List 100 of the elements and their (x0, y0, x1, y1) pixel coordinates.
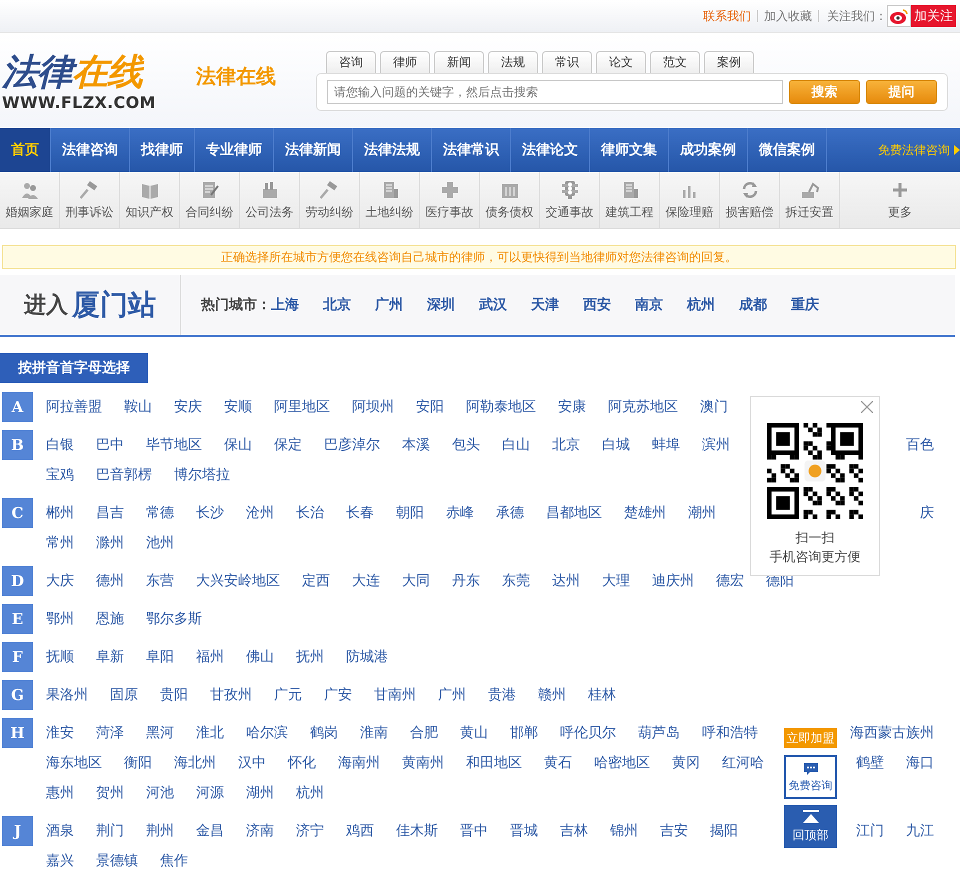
category-link[interactable]: 债务债权 (480, 172, 540, 228)
hot-city-link[interactable]: 广州 (375, 296, 403, 314)
city-link[interactable]: 揭阳 (710, 822, 738, 840)
city-link[interactable]: 大同 (402, 572, 430, 590)
city-link[interactable]: 吉林 (560, 822, 588, 840)
search-tab[interactable]: 常识 (542, 51, 592, 73)
category-link[interactable]: 婚姻家庭 (0, 172, 60, 228)
city-link[interactable]: 抚州 (296, 648, 324, 666)
hot-city-link[interactable]: 杭州 (687, 296, 715, 314)
city-link[interactable]: 丹东 (452, 572, 480, 590)
city-link[interactable]: 怀化 (288, 754, 316, 772)
city-link[interactable]: 长春 (346, 504, 374, 522)
city-link[interactable]: 长沙 (196, 504, 224, 522)
city-link[interactable]: 海东地区 (46, 754, 102, 772)
city-link[interactable]: 黄南州 (402, 754, 444, 772)
city-link[interactable]: 鹤岗 (310, 724, 338, 742)
city-link[interactable]: 晋中 (460, 822, 488, 840)
eye-icon[interactable] (887, 5, 911, 27)
city-link[interactable]: 迪庆州 (652, 572, 694, 590)
category-link[interactable]: 知识产权 (120, 172, 180, 228)
city-link[interactable]: 鄂尔多斯 (146, 610, 202, 628)
city-link[interactable]: 衡阳 (124, 754, 152, 772)
city-link[interactable]: 济宁 (296, 822, 324, 840)
city-link[interactable]: 澳门 (700, 398, 728, 416)
promo-link[interactable]: 免费法律咨询 (878, 128, 954, 172)
city-link[interactable]: 博尔塔拉 (174, 466, 230, 484)
city-link[interactable]: 承德 (496, 504, 524, 522)
city-link[interactable]: 庆 (920, 504, 934, 522)
city-link[interactable]: 阿里地区 (274, 398, 330, 416)
city-link[interactable]: 江门 (856, 822, 884, 840)
search-tab[interactable]: 咨询 (326, 51, 376, 73)
city-link[interactable]: 保定 (274, 436, 302, 454)
city-link[interactable]: 大连 (352, 572, 380, 590)
city-link[interactable]: 恩施 (96, 610, 124, 628)
city-link[interactable]: 呼伦贝尔 (560, 724, 616, 742)
search-tab[interactable]: 新闻 (434, 51, 484, 73)
city-link[interactable]: 包头 (452, 436, 480, 454)
city-link[interactable]: 大兴安岭地区 (196, 572, 280, 590)
city-link[interactable]: 郴州 (46, 504, 74, 522)
city-link[interactable]: 昌都地区 (546, 504, 602, 522)
city-link[interactable]: 黄石 (544, 754, 572, 772)
city-link[interactable]: 邯郸 (510, 724, 538, 742)
nav-item[interactable]: 首页 (0, 128, 51, 172)
category-link[interactable]: 刑事诉讼 (60, 172, 120, 228)
consult-button[interactable]: 免费咨询 (784, 755, 837, 799)
city-link[interactable]: 巴中 (96, 436, 124, 454)
city-link[interactable]: 巴音郭楞 (96, 466, 152, 484)
city-link[interactable]: 海北州 (174, 754, 216, 772)
hot-city-link[interactable]: 西安 (583, 296, 611, 314)
city-link[interactable]: 蚌埠 (652, 436, 680, 454)
city-link[interactable]: 定西 (302, 572, 330, 590)
search-field[interactable]: 请您输入问题的关键字，然后点击搜索 (327, 80, 784, 104)
city-link[interactable]: 阿坝州 (352, 398, 394, 416)
city-link[interactable]: 桂林 (588, 686, 616, 704)
city-link[interactable]: 果洛州 (46, 686, 88, 704)
search-tab[interactable]: 律师 (380, 51, 430, 73)
city-link[interactable]: 河池 (146, 784, 174, 802)
city-link[interactable]: 巴彦淖尔 (324, 436, 380, 454)
city-link[interactable]: 九江 (906, 822, 934, 840)
city-link[interactable]: 甘孜州 (210, 686, 252, 704)
hot-city-link[interactable]: 南京 (635, 296, 663, 314)
city-link[interactable]: 红河哈 (722, 754, 764, 772)
city-link[interactable]: 防城港 (346, 648, 388, 666)
city-link[interactable]: 东莞 (502, 572, 530, 590)
city-link[interactable]: 淮安 (46, 724, 74, 742)
search-tab[interactable]: 范文 (650, 51, 700, 73)
city-link[interactable]: 百色 (906, 436, 934, 454)
city-link[interactable]: 葫芦岛 (638, 724, 680, 742)
city-link[interactable]: 常州 (46, 534, 74, 552)
city-link[interactable]: 济南 (246, 822, 274, 840)
city-link[interactable]: 安康 (558, 398, 586, 416)
city-link[interactable]: 惠州 (46, 784, 74, 802)
city-link[interactable]: 广安 (324, 686, 352, 704)
logo[interactable]: 法律在线 WWW.FLZX.COM (0, 33, 182, 112)
hot-city-link[interactable]: 重庆 (791, 296, 819, 314)
city-link[interactable]: 荆州 (146, 822, 174, 840)
hot-city-link[interactable]: 成都 (739, 296, 767, 314)
city-link[interactable]: 安庆 (174, 398, 202, 416)
hot-city-link[interactable]: 北京 (323, 296, 351, 314)
city-link[interactable]: 滨州 (702, 436, 730, 454)
city-link[interactable]: 贺州 (96, 784, 124, 802)
city-link[interactable]: 楚雄州 (624, 504, 666, 522)
city-link[interactable]: 阿勒泰地区 (466, 398, 536, 416)
city-link[interactable]: 合肥 (410, 724, 438, 742)
city-link[interactable]: 菏泽 (96, 724, 124, 742)
city-link[interactable]: 淮南 (360, 724, 388, 742)
city-link[interactable]: 吉安 (660, 822, 688, 840)
city-link[interactable]: 德宏 (716, 572, 744, 590)
city-link[interactable]: 黄冈 (672, 754, 700, 772)
city-link[interactable]: 鹤壁 (856, 754, 884, 772)
city-link[interactable]: 荆门 (96, 822, 124, 840)
city-link[interactable]: 广元 (274, 686, 302, 704)
category-link[interactable]: 医疗事故 (420, 172, 480, 228)
city-link[interactable]: 杭州 (296, 784, 324, 802)
category-link[interactable]: 合同纠纷 (180, 172, 240, 228)
city-link[interactable]: 海西蒙古族州 (850, 724, 934, 742)
city-link[interactable]: 潮州 (688, 504, 716, 522)
city-link[interactable]: 阿克苏地区 (608, 398, 678, 416)
city-link[interactable]: 黑河 (146, 724, 174, 742)
category-link[interactable]: 更多 (840, 172, 960, 228)
